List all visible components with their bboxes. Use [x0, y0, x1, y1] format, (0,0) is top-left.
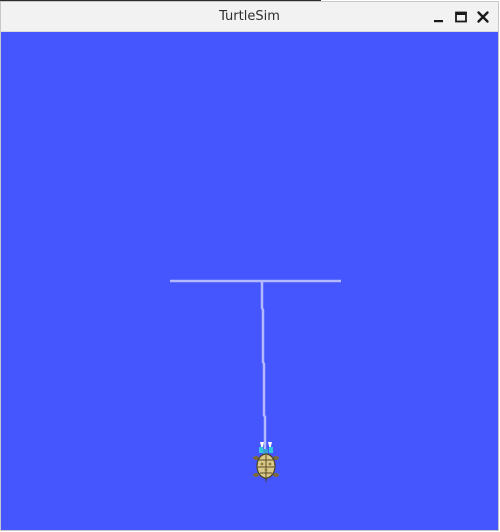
pen-trail-vertical [260, 281, 267, 450]
turtlesim-window: TurtleSim [0, 1, 499, 531]
canvas-drawing [170, 279, 341, 483]
window-titlebar[interactable]: TurtleSim [1, 2, 498, 32]
window-controls [430, 8, 492, 26]
close-icon [477, 11, 489, 23]
turtle-canvas[interactable] [1, 32, 498, 530]
window-title: TurtleSim [219, 9, 280, 24]
minimize-button[interactable] [430, 8, 448, 26]
minimize-icon [434, 20, 443, 23]
maximize-icon [455, 11, 467, 23]
close-button[interactable] [474, 8, 492, 26]
maximize-button[interactable] [452, 8, 470, 26]
